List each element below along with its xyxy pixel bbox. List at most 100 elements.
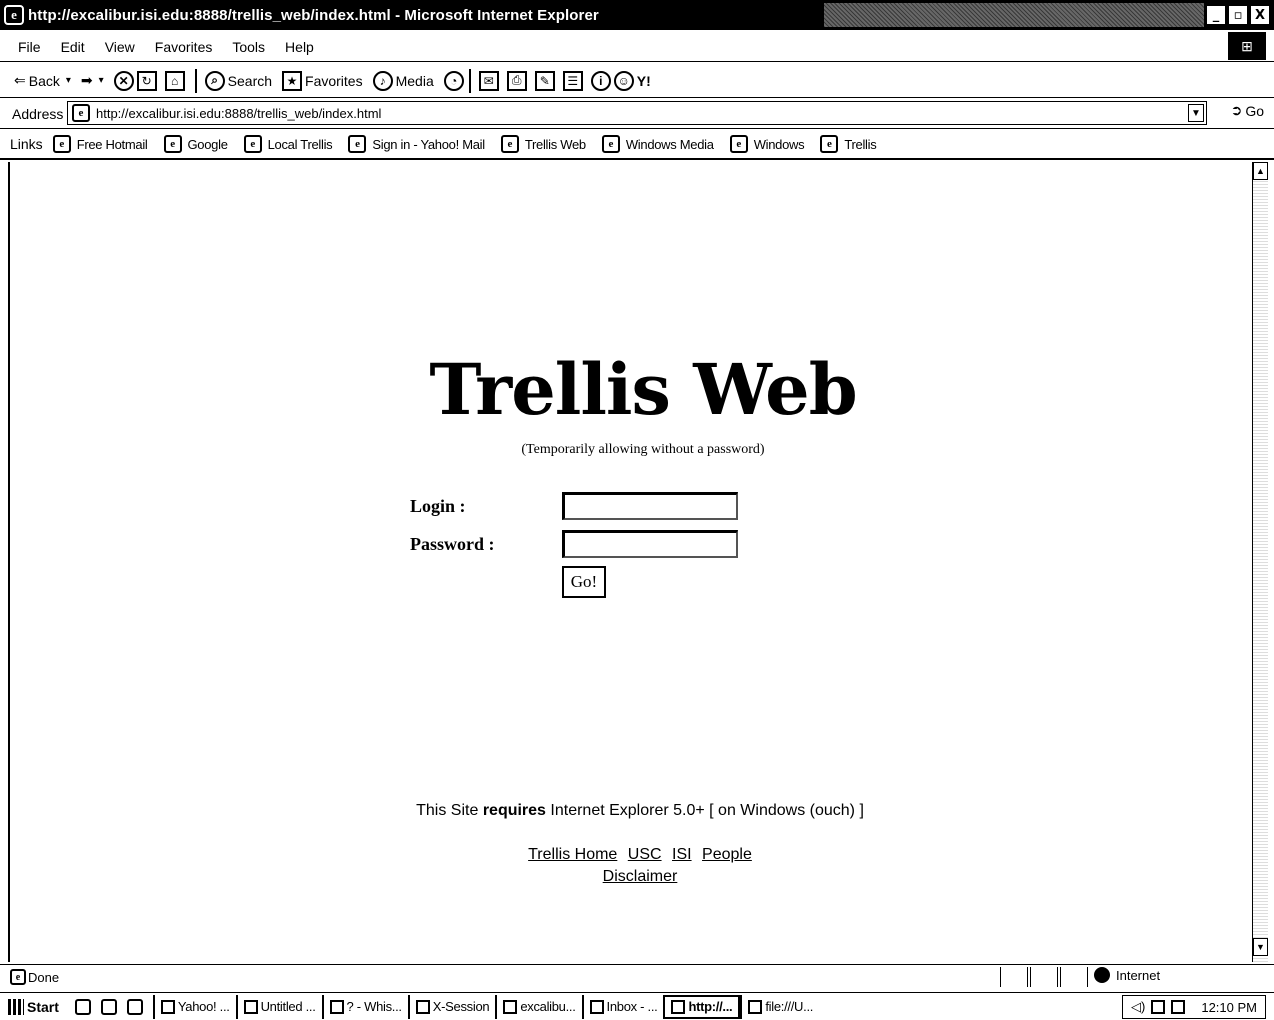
- status-panel: [1000, 967, 1028, 987]
- address-label: Address: [12, 105, 64, 122]
- task-file[interactable]: file:///U...: [740, 994, 819, 1019]
- link-trellis-web[interactable]: e Trellis Web: [500, 135, 586, 153]
- menu-help[interactable]: Help: [285, 39, 314, 55]
- requirement-pre: This Site: [416, 802, 479, 819]
- task-whisper[interactable]: ? - Whis...: [321, 994, 408, 1019]
- address-bar: Address e http://excalibur.isi.edu:8888/…: [0, 99, 1274, 129]
- taskbar: Start Yahoo! ... Untitled ... ? - Whis..…: [0, 992, 1274, 1020]
- link-label: Trellis Web: [524, 136, 586, 152]
- discuss-icon[interactable]: ☰: [562, 70, 583, 91]
- task-x-session[interactable]: X-Session: [407, 994, 496, 1019]
- go-submit-button[interactable]: Go!: [562, 566, 606, 598]
- vertical-scrollbar[interactable]: ▲ ▼: [1252, 162, 1268, 962]
- task-label: Yahoo! ...: [177, 999, 230, 1014]
- ie-quicklaunch-icon[interactable]: [100, 998, 117, 1015]
- requirement-post: Internet Explorer 5.0+ [ on Windows (ouc…: [550, 802, 864, 819]
- link-local-trellis[interactable]: e Local Trellis: [243, 135, 333, 153]
- task-untitled[interactable]: Untitled ...: [235, 994, 322, 1019]
- network-icon[interactable]: [1151, 1000, 1166, 1014]
- search-button[interactable]: ⌕ Search: [204, 70, 272, 91]
- outlook-quicklaunch-icon[interactable]: [126, 998, 143, 1015]
- footer-links: Trellis Home USC ISI People: [390, 846, 890, 864]
- page-title: Trellis Web: [429, 348, 857, 431]
- media-button[interactable]: ♪ Media: [372, 70, 434, 91]
- print-icon[interactable]: ⎙: [506, 70, 527, 91]
- disclaimer-link[interactable]: Disclaimer: [603, 868, 678, 885]
- volume-icon[interactable]: ◁): [1131, 999, 1145, 1015]
- password-label: Password :: [410, 534, 495, 554]
- stop-icon[interactable]: ✕: [113, 70, 134, 91]
- system-tray: ◁) 12:10 PM: [1122, 995, 1266, 1019]
- usc-link[interactable]: USC: [628, 846, 662, 863]
- page-icon: e: [52, 135, 71, 153]
- favorites-label: Favorites: [305, 72, 363, 89]
- x-session-icon: [415, 999, 430, 1014]
- menu-tools[interactable]: Tools: [232, 39, 265, 55]
- home-icon[interactable]: ⌂: [164, 70, 185, 91]
- task-excalibur[interactable]: excalibu...: [495, 994, 581, 1019]
- yahoo-icon[interactable]: Y!: [637, 73, 651, 89]
- task-yahoo[interactable]: Yahoo! ...: [152, 994, 236, 1019]
- link-yahoo-mail[interactable]: e Sign in - Yahoo! Mail: [348, 135, 485, 153]
- task-label: Inbox - ...: [606, 999, 658, 1014]
- forward-dropdown-icon[interactable]: ▾: [99, 75, 104, 86]
- media-label: Media: [395, 72, 434, 89]
- messenger-icon[interactable]: ☺: [613, 70, 634, 91]
- menu-file[interactable]: File: [18, 39, 41, 55]
- link-windows[interactable]: e Windows: [729, 135, 805, 153]
- menu-bar: File Edit View Favorites Tools Help ⊞: [0, 32, 1274, 62]
- zone-label: Internet: [1116, 967, 1161, 983]
- history-icon[interactable]: ◔: [443, 70, 464, 91]
- forward-button[interactable]: ➡ ▾: [81, 72, 104, 89]
- task-label: ? - Whis...: [346, 999, 403, 1014]
- link-free-hotmail[interactable]: e Free Hotmail: [52, 135, 148, 153]
- menu-edit[interactable]: Edit: [61, 39, 85, 55]
- link-label: Google: [187, 136, 228, 152]
- isi-link[interactable]: ISI: [672, 846, 692, 863]
- tray-app-icon[interactable]: [1171, 1000, 1186, 1014]
- task-ie-active[interactable]: http://...: [663, 994, 741, 1019]
- menu-favorites[interactable]: Favorites: [155, 39, 213, 55]
- link-google[interactable]: e Google: [163, 135, 228, 153]
- favorites-button[interactable]: ★ Favorites: [282, 70, 363, 91]
- password-input[interactable]: [562, 530, 738, 558]
- mail-icon[interactable]: ✉: [478, 70, 499, 91]
- start-label: Start: [27, 998, 59, 1015]
- login-input[interactable]: [562, 492, 738, 520]
- status-text: Done: [28, 970, 60, 985]
- show-desktop-icon[interactable]: [74, 998, 91, 1015]
- window-title: http://excalibur.isi.edu:8888/trellis_we…: [28, 6, 599, 24]
- link-label: Sign in - Yahoo! Mail: [372, 136, 485, 152]
- back-button[interactable]: ⇐ Back ▾: [14, 72, 71, 89]
- people-link[interactable]: People: [702, 846, 752, 863]
- address-input[interactable]: e http://excalibur.isi.edu:8888/trellis_…: [67, 101, 1207, 125]
- standard-toolbar: ⇐ Back ▾ ➡ ▾ ✕ ↻ ⌂ ⌕ Search ★ Favorites …: [0, 64, 1274, 98]
- scroll-down-arrow-icon[interactable]: ▼: [1253, 938, 1268, 956]
- close-button[interactable]: X: [1250, 5, 1270, 25]
- security-zone: Internet: [1094, 967, 1160, 983]
- link-label: Windows Media: [625, 136, 714, 152]
- menu-view[interactable]: View: [105, 39, 135, 55]
- trellis-home-link[interactable]: Trellis Home: [528, 846, 617, 863]
- address-dropdown-icon[interactable]: ▼: [1188, 104, 1204, 122]
- edit-icon[interactable]: ✎: [534, 70, 555, 91]
- go-button[interactable]: ➲ Go: [1231, 102, 1264, 119]
- link-trellis[interactable]: e Trellis: [820, 135, 877, 153]
- link-label: Local Trellis: [267, 136, 333, 152]
- status-panel: [1060, 967, 1088, 987]
- info-icon[interactable]: i: [590, 70, 611, 91]
- link-label: Free Hotmail: [76, 136, 148, 152]
- link-windows-media[interactable]: e Windows Media: [601, 135, 714, 153]
- refresh-icon[interactable]: ↻: [136, 70, 157, 91]
- media-icon: ♪: [372, 70, 393, 91]
- maximize-button[interactable]: ▫: [1228, 5, 1248, 25]
- start-button[interactable]: Start: [8, 998, 59, 1015]
- task-inbox[interactable]: Inbox - ...: [581, 994, 664, 1019]
- ie-page-icon: e: [4, 5, 24, 25]
- minimize-button[interactable]: _: [1206, 5, 1226, 25]
- toolbar-separator: [194, 68, 197, 93]
- back-dropdown-icon[interactable]: ▾: [66, 75, 71, 86]
- scroll-up-arrow-icon[interactable]: ▲: [1253, 162, 1268, 180]
- ie-icon: [671, 999, 686, 1014]
- go-arrow-icon: ➲: [1230, 102, 1243, 118]
